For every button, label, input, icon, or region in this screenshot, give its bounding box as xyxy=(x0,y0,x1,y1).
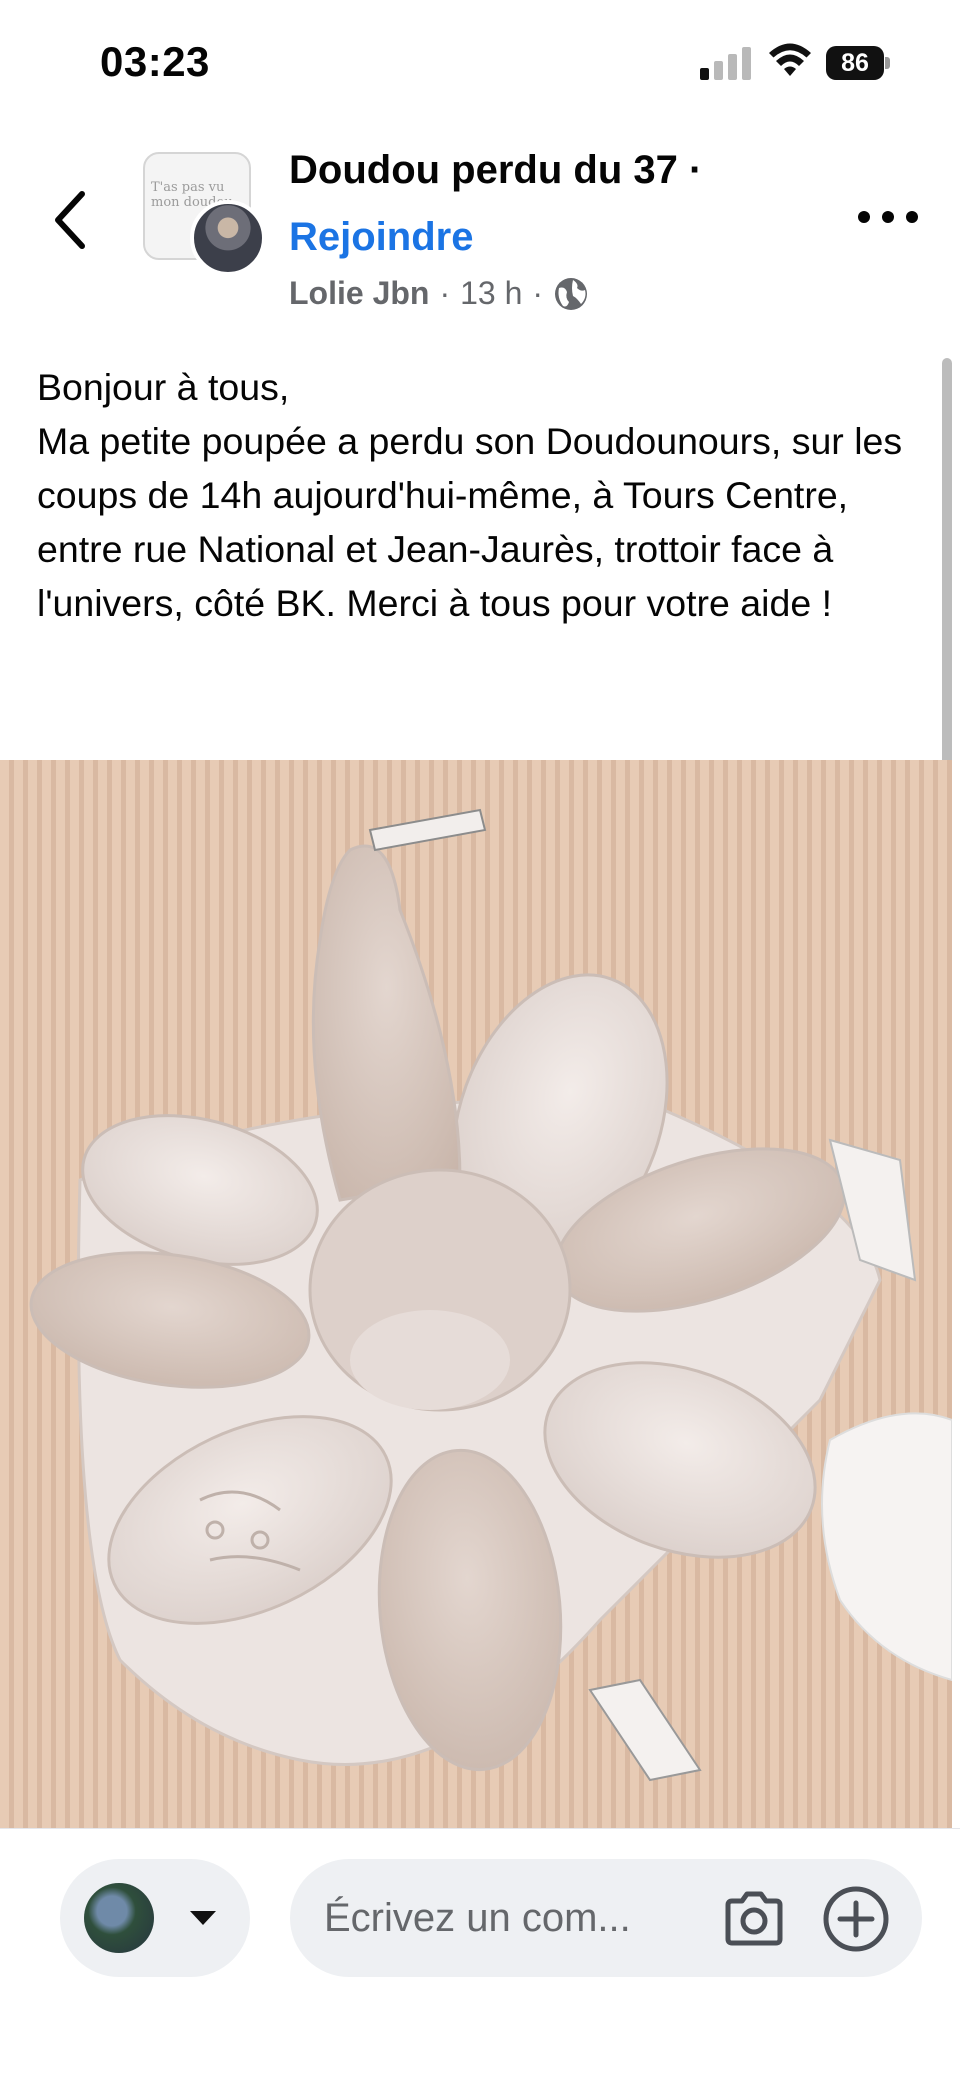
chevron-left-icon xyxy=(55,191,85,249)
post-photo[interactable] xyxy=(0,760,952,1828)
author-avatar[interactable] xyxy=(190,200,266,276)
group-name[interactable]: Doudou perdu du 37 · xyxy=(289,148,702,193)
profile-switcher[interactable] xyxy=(60,1859,250,1977)
status-bar: 03:23 86 xyxy=(0,0,960,130)
battery-icon: 86 xyxy=(826,46,890,80)
author-name[interactable]: Lolie Jbn xyxy=(289,275,429,312)
battery-level: 86 xyxy=(826,46,884,80)
plus-circle-icon[interactable] xyxy=(822,1885,890,1953)
back-button[interactable] xyxy=(40,180,100,260)
caret-down-icon xyxy=(190,1911,216,1925)
globe-icon xyxy=(555,277,588,310)
meta-separator: · xyxy=(439,275,451,311)
more-options-button[interactable] xyxy=(858,202,918,232)
comment-input-container xyxy=(290,1859,922,1977)
comment-input[interactable] xyxy=(324,1859,704,1977)
comment-bar xyxy=(0,1828,960,2079)
wifi-icon xyxy=(769,43,811,76)
more-horizontal-icon xyxy=(858,211,870,223)
camera-icon[interactable] xyxy=(720,1889,788,1949)
post-meta: Lolie Jbn · 13 h · xyxy=(289,275,589,312)
status-time: 03:23 xyxy=(100,38,210,85)
current-user-avatar xyxy=(84,1883,154,1953)
post-time[interactable]: 13 h xyxy=(460,275,522,312)
signal-icon xyxy=(700,46,752,80)
post-header: T'as pas vu mon doudou Doudou perdu du 3… xyxy=(0,130,960,330)
meta-separator: · xyxy=(532,275,544,311)
join-button[interactable]: Rejoindre xyxy=(289,215,473,260)
plush-photo-illustration xyxy=(29,808,952,1782)
post-text: Bonjour à tous, Ma petite poupée a perdu… xyxy=(37,366,903,624)
